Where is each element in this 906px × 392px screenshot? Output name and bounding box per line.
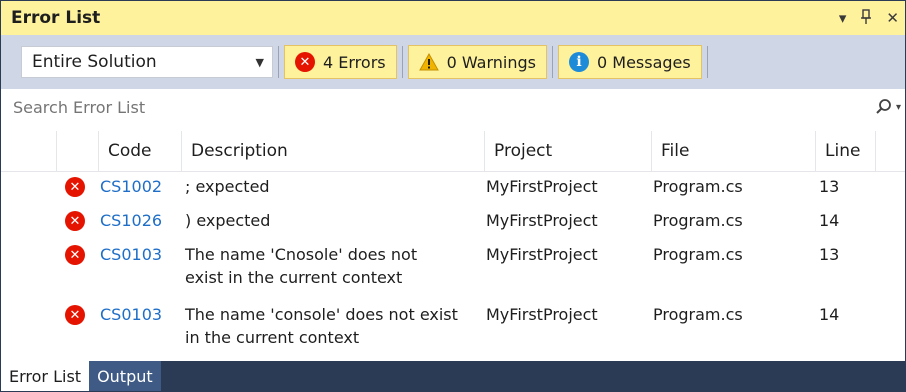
warnings-filter-label: 0 Warnings [446,52,536,72]
project-cell: MyFirstProject [486,245,598,264]
error-code-link[interactable]: CS1026 [100,209,162,232]
search-icon [876,99,891,114]
toolbar: Entire Solution ▼ ✕ 4 Errors 0 Warnings … [1,35,905,89]
file-cell: Program.cs [653,211,743,230]
scope-select[interactable]: Entire Solution ▼ [21,46,273,78]
line-cell: 13 [819,245,840,264]
column-header-category[interactable] [56,131,98,171]
table-header: Code Description Project File Line [1,131,905,172]
column-header-code[interactable]: Code [98,131,181,171]
search-bar: ▾ [1,89,905,126]
search-input[interactable] [11,96,835,118]
title-bar: Error List ▾ ✕ [1,1,905,36]
description-cell: ) expected [185,211,271,230]
errors-filter-button[interactable]: ✕ 4 Errors [284,45,397,79]
warning-icon [418,52,439,72]
column-header-description[interactable]: Description [181,131,484,171]
messages-filter-label: 0 Messages [597,52,691,72]
error-icon: ✕ [295,52,315,72]
error-icon: ✕ [65,177,85,197]
close-icon[interactable]: ✕ [886,10,899,26]
errors-filter-label: 4 Errors [323,52,386,72]
window-controls: ▾ ✕ [839,8,905,28]
description-cell-line-2: in the current context [185,328,360,347]
column-header-project[interactable]: Project [484,131,651,171]
file-cell: Program.cs [653,305,743,324]
toolbar-separator [552,46,553,78]
messages-filter-button[interactable]: i 0 Messages [558,45,702,79]
tab-output[interactable]: Output [89,361,161,391]
toolbar-separator [401,46,403,78]
table-row[interactable]: ✕ CS1026 ) expected MyFirstProject Progr… [1,209,905,233]
bottom-tab-bar: Error List Output [1,361,905,391]
info-icon: i [569,52,589,72]
toolbar-separator [706,46,708,78]
line-cell: 13 [819,177,840,196]
project-cell: MyFirstProject [486,305,598,324]
file-cell: Program.cs [653,177,743,196]
line-cell: 14 [819,211,840,230]
error-icon: ✕ [65,211,85,231]
description-cell: ; expected [185,177,270,196]
table-row[interactable]: ✕ CS1002 ; expected MyFirstProject Progr… [1,175,905,199]
search-options-chevron-icon: ▾ [895,101,901,113]
error-code-link[interactable]: CS0103 [100,243,162,266]
description-cell-line-1: The name 'Cnosole' does not [185,245,418,264]
warnings-filter-button[interactable]: 0 Warnings [407,45,547,79]
column-header-extra [875,131,905,171]
description-cell-line-2: exist in the current context [185,268,403,287]
table-row[interactable]: ✕ CS0103 The name 'console' does not exi… [1,303,905,351]
pin-icon[interactable] [860,8,872,28]
search-button[interactable]: ▾ [875,98,901,116]
scope-select-value: Entire Solution [32,52,157,72]
project-cell: MyFirstProject [486,177,598,196]
window-title: Error List [11,8,101,28]
file-cell: Program.cs [653,245,743,264]
project-cell: MyFirstProject [486,211,598,230]
error-code-link[interactable]: CS1002 [100,175,162,198]
column-header-file[interactable]: File [651,131,815,171]
chevron-down-icon: ▼ [255,55,264,69]
table-row[interactable]: ✕ CS0103 The name 'Cnosole' does not exi… [1,243,905,291]
window-position-dropdown-icon[interactable]: ▾ [839,10,847,26]
line-cell: 14 [819,305,840,324]
error-icon: ✕ [65,245,85,265]
tab-error-list[interactable]: Error List [1,361,90,391]
error-icon: ✕ [65,305,85,325]
toolbar-separator [278,46,279,78]
column-header-line[interactable]: Line [815,131,875,171]
error-code-link[interactable]: CS0103 [100,303,162,326]
description-cell-line-1: The name 'console' does not exist [185,305,458,324]
error-table: Code Description Project File Line ✕ CS1… [1,125,905,361]
error-list-window: Error List ▾ ✕ Entire Solution ▼ ✕ 4 Err… [0,0,906,392]
